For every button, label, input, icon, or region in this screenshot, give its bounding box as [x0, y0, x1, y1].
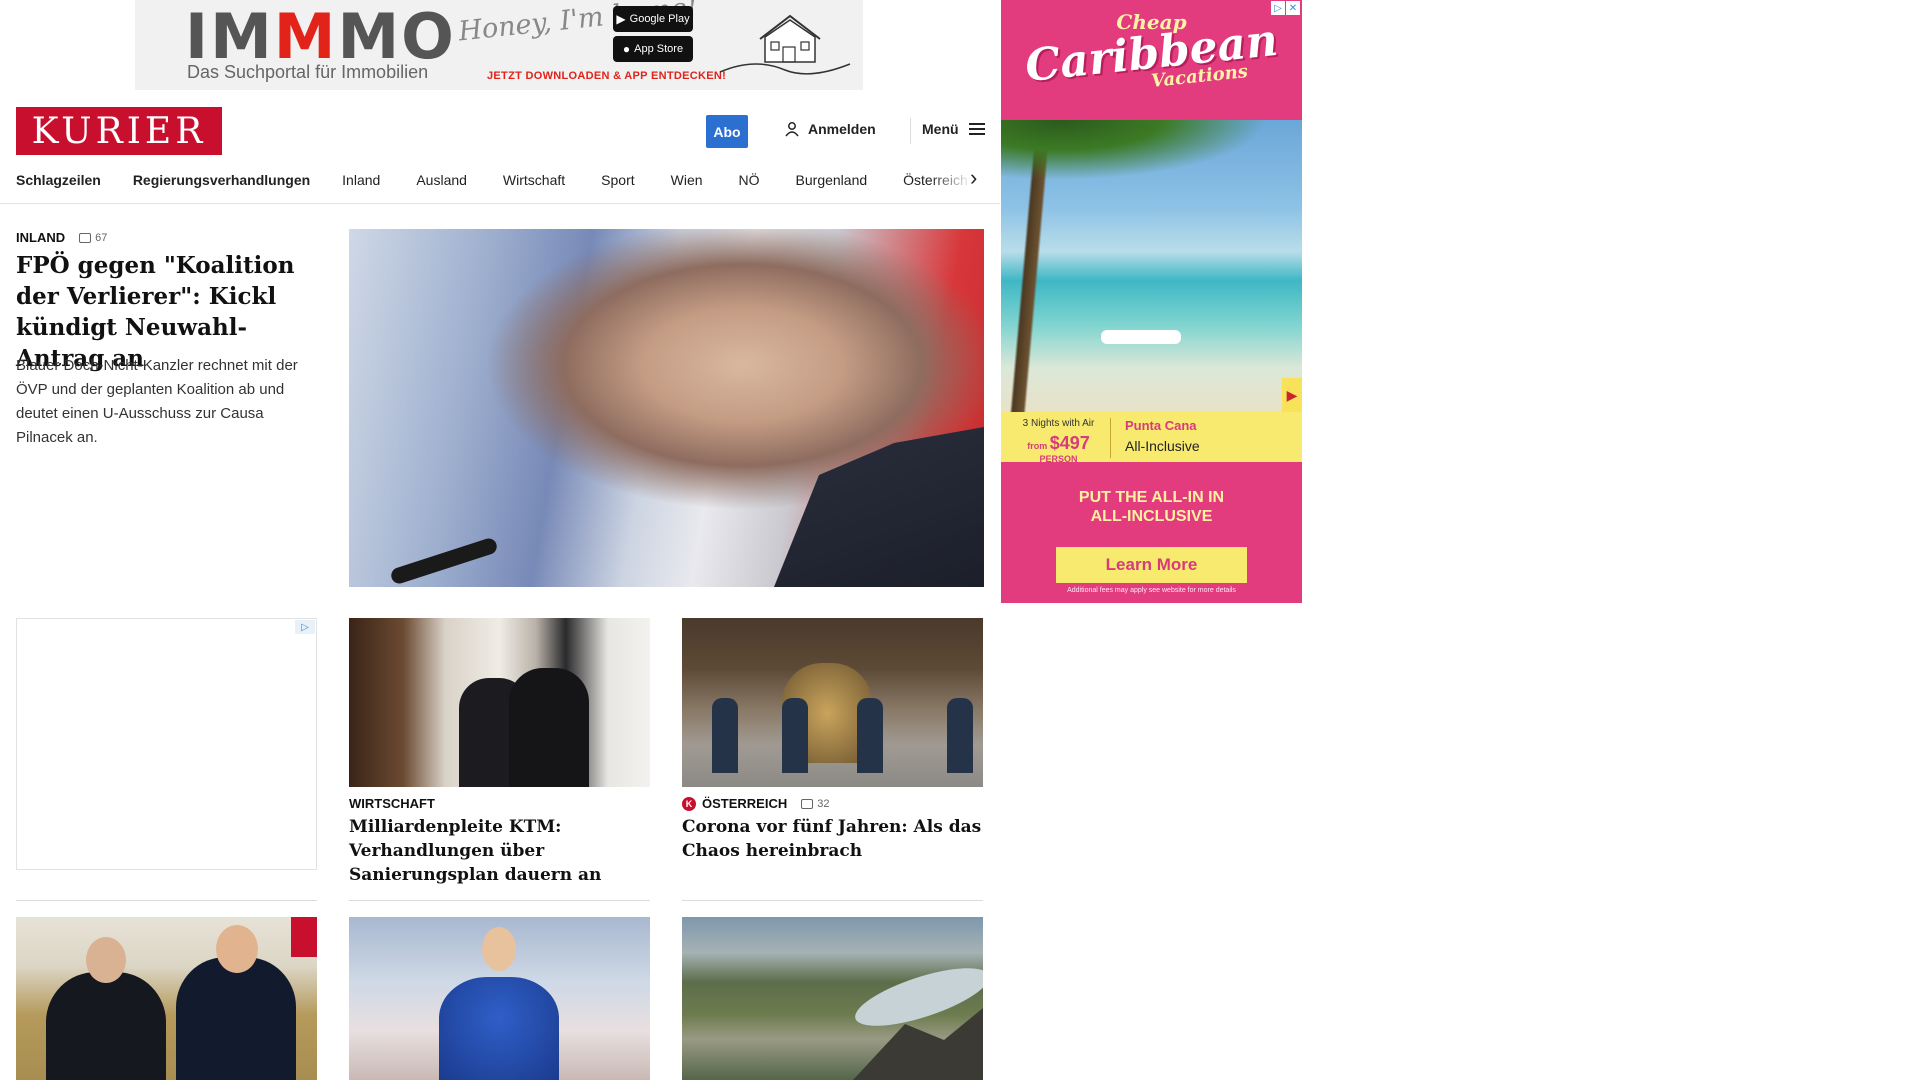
- ad-destination: Punta Cana: [1125, 418, 1197, 433]
- learn-more-button[interactable]: Learn More: [1056, 547, 1247, 583]
- hamburger-icon: [968, 123, 985, 135]
- nav-item-ausland[interactable]: Ausland: [416, 172, 467, 188]
- nav-item-wien[interactable]: Wien: [671, 172, 703, 188]
- nav-item-wirtschaft[interactable]: Wirtschaft: [503, 172, 565, 188]
- row-divider: [349, 900, 650, 901]
- card-image-ktm[interactable]: [349, 618, 650, 787]
- nav-item-regierungsverhandlungen[interactable]: Regierungsverhandlungen: [133, 172, 310, 188]
- lead-teaser: Blauer Doch-Nicht-Kanzler rechnet mit de…: [16, 357, 298, 446]
- card-headline-ktm[interactable]: Milliardenpleite KTM: Verhandlungen über…: [349, 815, 649, 887]
- kurier-logo[interactable]: KURIER: [16, 107, 222, 155]
- ad-nights: 3 Nights with Air: [1022, 418, 1095, 429]
- ad-beach-photo: ▶: [1001, 120, 1302, 412]
- row-divider: [682, 900, 983, 901]
- ad-tagline: PUT THE ALL-IN IN ALL-INCLUSIVE: [1078, 489, 1225, 525]
- nav-item-burgenland[interactable]: Burgenland: [796, 172, 868, 188]
- nav-fade: [930, 164, 990, 194]
- chevron-right-icon[interactable]: ›: [970, 167, 977, 189]
- menu-label: Menü: [922, 121, 959, 137]
- play-icon: ▶: [616, 12, 626, 26]
- nav-item-inland[interactable]: Inland: [342, 172, 380, 188]
- lead-comments[interactable]: 67: [79, 232, 107, 244]
- lead-category-label: INLAND: [16, 230, 66, 245]
- card-image-politics[interactable]: [16, 917, 317, 1080]
- ad-slot[interactable]: ▷: [16, 618, 317, 870]
- nav-divider-line: [0, 203, 1000, 204]
- card-headline-corona[interactable]: Corona vor fünf Jahren: Als das Chaos he…: [682, 815, 982, 863]
- header-divider: [910, 118, 911, 144]
- immo-tagline: Das Suchportal für Immobilien: [187, 62, 429, 82]
- lead-image[interactable]: [349, 229, 984, 587]
- section-nav: Schlagzeilen Regierungsverhandlungen Inl…: [16, 168, 986, 192]
- google-play-button[interactable]: ▶ Google Play: [613, 6, 693, 32]
- abo-button[interactable]: Abo: [706, 115, 748, 148]
- card-category: WIRTSCHAFT: [349, 796, 435, 811]
- menu-button[interactable]: Menü: [922, 121, 985, 137]
- card-category: K ÖSTERREICH 32: [682, 796, 829, 811]
- nav-item-sport[interactable]: Sport: [601, 172, 634, 188]
- side-ad-banner[interactable]: Cheap Caribbean Vacations ▷ ✕ ▶ 3 Nights…: [1001, 0, 1302, 603]
- adchoices-icon[interactable]: ▷: [295, 620, 315, 634]
- comment-icon: [801, 798, 814, 809]
- kurier-k-icon: K: [682, 796, 696, 811]
- immo-logo: IMMMO: [185, 0, 456, 73]
- card-image-landscape[interactable]: [682, 917, 983, 1080]
- top-ad-banner[interactable]: IMMMO Das Suchportal für Immobilien Hone…: [135, 0, 863, 90]
- nav-item-noe[interactable]: NÖ: [739, 172, 760, 188]
- row-divider: [16, 900, 317, 901]
- next-arrow-icon[interactable]: ▶: [1282, 378, 1302, 412]
- login-label: Anmelden: [808, 121, 876, 137]
- ad-fine-print: Additional fees may apply see website fo…: [1067, 587, 1236, 594]
- card-image-gown[interactable]: [349, 917, 650, 1080]
- card-comments[interactable]: 32: [801, 798, 829, 810]
- login-button[interactable]: Anmelden: [784, 121, 876, 137]
- comment-icon: [79, 232, 92, 243]
- user-icon: [785, 122, 799, 137]
- lead-comment-count: 67: [95, 231, 108, 244]
- close-icon[interactable]: ✕: [1286, 1, 1300, 15]
- ad-all-inclusive: All-Inclusive: [1125, 438, 1200, 454]
- ad-offer-bar: 3 Nights with Air from $497 PERSON Punta…: [1001, 412, 1302, 464]
- card-image-corona[interactable]: [682, 618, 983, 787]
- immo-cta: JETZT DOWNLOADEN & APP ENTDECKEN!: [487, 70, 727, 82]
- adchoices-icon[interactable]: ▷: [1271, 1, 1285, 15]
- nav-item-schlagzeilen[interactable]: Schlagzeilen: [16, 172, 101, 188]
- house-in-hand-icon: [719, 14, 851, 75]
- lead-category: INLAND 67: [16, 230, 107, 245]
- apple-icon: ●: [622, 42, 631, 56]
- app-store-button[interactable]: ● App Store: [613, 36, 693, 62]
- adchoices[interactable]: ▷ ✕: [1271, 1, 1300, 15]
- ad-price: from $497 PERSON: [1027, 433, 1090, 464]
